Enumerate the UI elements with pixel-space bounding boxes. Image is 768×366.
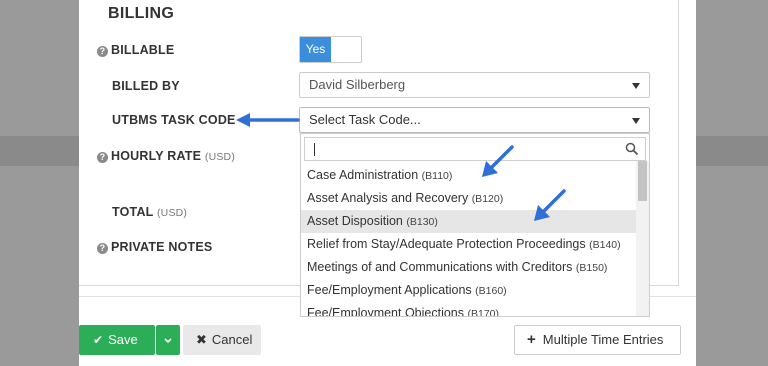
task-code-option[interactable]: Relief from Stay/Adequate Protection Pro… <box>301 233 636 256</box>
task-code-placeholder: Select Task Code... <box>309 112 421 127</box>
billable-toggle[interactable]: Yes <box>299 36 362 63</box>
check-icon: ✔ <box>93 333 104 347</box>
scrollbar-thumb[interactable] <box>638 161 647 201</box>
task-code-option[interactable]: Fee/Employment Objections (B170) <box>301 302 636 316</box>
help-icon[interactable]: ? <box>97 152 108 163</box>
background-bar-left <box>0 136 80 166</box>
hourly-rate-label: ? HOURLY RATE (USD) <box>97 149 235 163</box>
task-code-option[interactable]: Meetings of and Communications with Cred… <box>301 256 636 279</box>
caret-down-icon <box>632 83 640 89</box>
caret-down-icon <box>632 118 640 124</box>
search-icon <box>625 142 639 156</box>
multiple-time-entries-button[interactable]: + Multiple Time Entries <box>514 325 681 355</box>
dropdown-scrollbar[interactable] <box>636 161 649 316</box>
help-icon[interactable]: ? <box>97 243 108 254</box>
billed-by-label: BILLED BY <box>112 79 180 93</box>
billed-by-value: David Silberberg <box>309 77 406 92</box>
arrow-annotation <box>534 189 566 221</box>
section-title: BILLING <box>108 5 175 22</box>
plus-icon: + <box>527 331 536 348</box>
task-code-option[interactable]: Case Administration (B110) <box>301 164 636 187</box>
arrow-annotation <box>236 113 300 127</box>
total-label: TOTAL (USD) <box>112 205 188 219</box>
billable-label: ? BILLABLE <box>97 43 174 57</box>
task-code-select[interactable]: Select Task Code... <box>299 107 650 133</box>
chevron-down-icon <box>164 337 172 343</box>
task-code-label: UTBMS TASK CODE <box>112 113 236 127</box>
text-cursor <box>314 143 315 156</box>
arrow-annotation <box>482 145 514 177</box>
task-code-option[interactable]: Fee/Employment Applications (B160) <box>301 279 636 302</box>
cancel-button[interactable]: ✖ Cancel <box>183 325 261 355</box>
help-icon[interactable]: ? <box>97 46 108 57</box>
private-notes-label: ? PRIVATE NOTES <box>97 240 212 254</box>
save-options-button[interactable] <box>156 325 180 355</box>
billed-by-select[interactable]: David Silberberg <box>299 72 650 98</box>
billable-toggle-on[interactable]: Yes <box>300 37 331 62</box>
save-button[interactable]: ✔ Save <box>79 325 155 355</box>
times-icon: ✖ <box>196 332 207 347</box>
background-bar-right <box>696 136 768 166</box>
task-code-option-highlighted[interactable]: Asset Disposition (B130) <box>301 210 636 233</box>
task-code-option[interactable]: Asset Analysis and Recovery (B120) <box>301 187 636 210</box>
panel-border <box>678 0 679 285</box>
task-code-search-input[interactable] <box>304 137 646 161</box>
task-code-dropdown: Case Administration (B110) Asset Analysi… <box>300 133 650 317</box>
